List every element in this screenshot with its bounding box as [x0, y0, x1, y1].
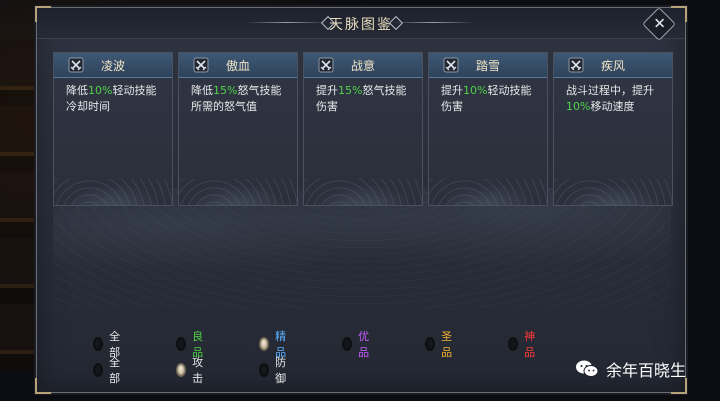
dialog-titlebar: 天脉图鉴 ✕: [37, 7, 685, 41]
radio-icon[interactable]: [508, 337, 519, 351]
radio-icon[interactable]: [425, 337, 436, 351]
card-description: 战斗过程中，提升 10%移动速度: [566, 83, 664, 115]
card-header: 凌波: [54, 53, 172, 78]
card-cloud-decoration: [429, 179, 547, 205]
type-filter-option[interactable]: 攻击: [176, 356, 207, 385]
description-value: 10%: [88, 84, 113, 97]
description-value: 15%: [338, 84, 363, 97]
quality-filter-option[interactable]: 良品: [176, 330, 207, 359]
description-text: 战斗过程中，提升: [566, 84, 654, 97]
radio-icon[interactable]: [259, 337, 270, 351]
description-value: 15%: [213, 84, 238, 97]
radio-icon[interactable]: [93, 363, 104, 377]
card-name: 战意: [350, 59, 375, 73]
card-description: 降低10%轻动技能冷却时间: [66, 83, 164, 115]
filter-label: 圣品: [441, 330, 453, 359]
quality-filter-option[interactable]: 全部: [93, 330, 124, 359]
card-cloud-decoration: [179, 179, 297, 205]
card-name: 踏雪: [475, 59, 500, 73]
quality-filter-option[interactable]: 精品: [259, 330, 290, 359]
description-text: 提升: [441, 84, 463, 97]
description-text: 降低: [66, 84, 88, 97]
meridian-card-list: 凌波 降低10%轻动技能冷却时间 傲血 降低15%怒气技能所需的怒气值 战意 提升15%怒…: [53, 52, 673, 206]
description-text: 降低: [191, 84, 213, 97]
meridian-card[interactable]: 疾风战斗过程中，提升 10%移动速度: [553, 52, 673, 206]
title-ornament-right: [393, 22, 473, 23]
filter-label: 全部: [109, 356, 121, 385]
dialog-corner: [35, 378, 51, 394]
card-header: 战意: [304, 53, 422, 78]
type-filter-option[interactable]: 全部: [93, 356, 124, 385]
meridian-card[interactable]: 凌波降低10%轻动技能冷却时间: [53, 52, 173, 206]
description-value: 10%: [463, 84, 488, 97]
quality-filter-option[interactable]: 神品: [508, 330, 539, 359]
quality-filter-option[interactable]: 优品: [342, 330, 373, 359]
card-description: 提升10%轻动技能伤害: [441, 83, 539, 115]
radio-icon[interactable]: [176, 363, 187, 377]
background-mist: [53, 188, 671, 308]
filter-label: 防御: [275, 356, 287, 385]
description-text: 提升: [316, 84, 338, 97]
codex-dialog: 天脉图鉴 ✕ 凌波 降低10%轻动技能冷却时间 傲血 降低15%怒气技能所需的怒气值战…: [35, 6, 687, 394]
card-header: 疾风: [554, 53, 672, 78]
card-name: 傲血: [225, 59, 250, 73]
radio-icon[interactable]: [342, 337, 353, 351]
dialog-title: 天脉图鉴: [329, 17, 393, 33]
filter-label: 优品: [358, 330, 370, 359]
filter-label: 攻击: [192, 356, 204, 385]
radio-icon[interactable]: [259, 363, 270, 377]
card-description: 降低15%怒气技能所需的怒气值: [191, 83, 289, 115]
radio-icon[interactable]: [93, 337, 104, 351]
meridian-card[interactable]: 傲血降低15%怒气技能所需的怒气值: [178, 52, 298, 206]
background-side-panel: [0, 40, 36, 370]
card-name: 疾风: [600, 59, 625, 73]
type-filter-option[interactable]: 防御: [259, 356, 290, 385]
description-value: 10%: [566, 100, 591, 113]
close-icon: ✕: [653, 14, 666, 33]
card-header: 踏雪: [429, 53, 547, 78]
card-description: 提升15%怒气技能伤害: [316, 83, 414, 115]
watermark-text: 余年百晓生: [606, 361, 687, 380]
radio-icon[interactable]: [176, 337, 187, 351]
filter-panel: 全部 良品 精品 优品 圣品 神品 全部 攻击 防御: [93, 330, 653, 385]
meridian-card[interactable]: 踏雪提升10%轻动技能伤害: [428, 52, 548, 206]
card-cloud-decoration: [54, 179, 172, 205]
card-cloud-decoration: [554, 179, 672, 205]
card-header: 傲血: [179, 53, 297, 78]
filter-label: 神品: [524, 330, 536, 359]
card-cloud-decoration: [304, 179, 422, 205]
watermark: 余年百晓生: [574, 356, 686, 382]
description-text: 移动速度: [590, 100, 635, 113]
quality-filter-option[interactable]: 圣品: [425, 330, 456, 359]
card-name: 凌波: [100, 59, 125, 73]
close-button[interactable]: ✕: [642, 7, 676, 41]
wechat-icon: [576, 360, 599, 377]
meridian-card[interactable]: 战意提升15%怒气技能伤害: [303, 52, 423, 206]
